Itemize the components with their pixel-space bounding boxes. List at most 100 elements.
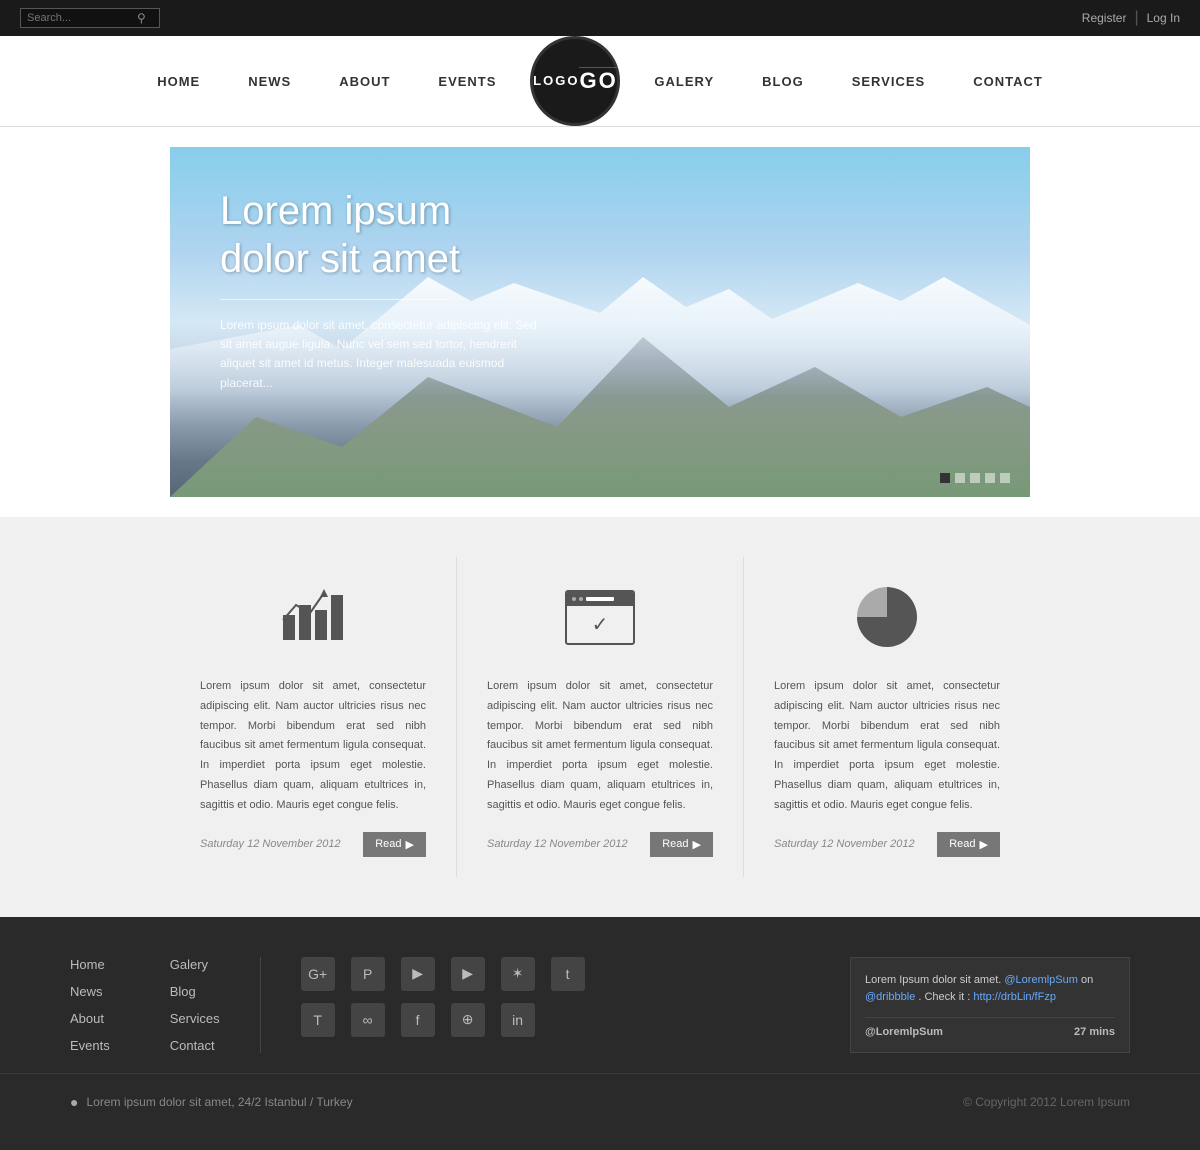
pie-icon — [857, 587, 917, 647]
tweet-at-user[interactable]: @LoremlpSum — [1004, 974, 1078, 986]
footer-about[interactable]: About — [70, 1011, 110, 1026]
nav-galery[interactable]: GALERY — [630, 74, 738, 89]
browser-top — [567, 592, 633, 606]
card-2-read-button[interactable]: Read ▶ — [650, 832, 713, 857]
browser-dot-3 — [586, 597, 614, 601]
social-twitter[interactable]: T — [301, 1003, 335, 1037]
hero-dot-1[interactable] — [940, 473, 950, 483]
nav-contact[interactable]: CONTACT — [949, 74, 1067, 89]
nav-events[interactable]: EVENTS — [414, 74, 520, 89]
social-tumblr[interactable]: t — [551, 957, 585, 991]
hero-dots — [940, 473, 1010, 483]
tweet-link[interactable]: http://drbLin/fFzp — [973, 991, 1056, 1003]
hero-dot-5[interactable] — [1000, 473, 1010, 483]
footer: Home News About Events Galery Blog Servi… — [0, 917, 1200, 1150]
social-lastfm[interactable]: ∞ — [351, 1003, 385, 1037]
nav-about[interactable]: ABOUT — [315, 74, 414, 89]
chart-line-svg — [278, 585, 348, 635]
browser-dot-1 — [572, 597, 576, 601]
cards-container: Lorem ipsum dolor sit amet, consectetur … — [170, 557, 1030, 877]
address-text: Lorem ipsum dolor sit amet, 24/2 Istanbu… — [86, 1095, 352, 1109]
card-3-footer: Saturday 12 November 2012 Read ▶ — [774, 832, 1000, 857]
cards-section: Lorem ipsum dolor sit amet, consectetur … — [0, 517, 1200, 917]
nav-services[interactable]: SERVICES — [828, 74, 950, 89]
tweet-username: @LoremlpSum — [865, 1026, 943, 1038]
logo[interactable]: LOGO GO — [530, 36, 620, 126]
social-row-2: T ∞ f ⊕ in — [301, 1003, 810, 1037]
nav-home[interactable]: HOME — [133, 74, 224, 89]
card-2-icon-area: ✓ — [487, 577, 713, 657]
card-2-read-label: Read — [662, 838, 688, 850]
chart-icon — [283, 595, 343, 640]
hero-dot-2[interactable] — [955, 473, 965, 483]
tweet-text-before: Lorem Ipsum dolor sit amet. — [865, 974, 1004, 986]
social-pinterest[interactable]: P — [351, 957, 385, 991]
browser-dot-2 — [579, 597, 583, 601]
footer-social: G+ P ▶ ▶ ✶ t T ∞ f ⊕ in — [260, 957, 810, 1053]
social-youtube[interactable]: ▶ — [451, 957, 485, 991]
footer-events[interactable]: Events — [70, 1038, 110, 1053]
tweet-body: Lorem Ipsum dolor sit amet. @LoremlpSum … — [865, 972, 1115, 1007]
search-icon[interactable]: ⚲ — [137, 11, 146, 25]
tweet-time: 27 mins — [1074, 1026, 1115, 1038]
footer-bottom: ● Lorem ipsum dolor sit amet, 24/2 Istan… — [0, 1073, 1200, 1130]
footer-services[interactable]: Services — [170, 1011, 220, 1026]
card-3-body: Lorem ipsum dolor sit amet, consectetur … — [774, 677, 1000, 816]
tweet-on-site[interactable]: @dribbble — [865, 991, 915, 1003]
footer-inner: Home News About Events Galery Blog Servi… — [70, 957, 1130, 1053]
location-icon: ● — [70, 1094, 78, 1110]
separator: | — [1134, 9, 1138, 27]
main-nav: HOME NEWS ABOUT EVENTS LOGO GO GALERY BL… — [0, 36, 1200, 126]
card-3: Lorem ipsum dolor sit amet, consectetur … — [744, 557, 1030, 877]
card-3-read-arrow: ▶ — [980, 838, 988, 851]
card-1-read-button[interactable]: Read ▶ — [363, 832, 426, 857]
card-1-date: Saturday 12 November 2012 — [200, 838, 341, 850]
main-content: Lorem ipsum dolor sit amet, consectetur … — [0, 517, 1200, 1150]
footer-contact[interactable]: Contact — [170, 1038, 220, 1053]
hero-content: Lorem ipsum dolor sit amet Lorem ipsum d… — [220, 187, 540, 393]
card-3-read-button[interactable]: Read ▶ — [937, 832, 1000, 857]
footer-col-1: Home News About Events — [70, 957, 110, 1053]
card-2-body: Lorem ipsum dolor sit amet, consectetur … — [487, 677, 713, 816]
hero-title-line1: Lorem ipsum — [220, 189, 451, 233]
login-link[interactable]: Log In — [1147, 11, 1180, 25]
hero-dot-4[interactable] — [985, 473, 995, 483]
card-1-icon-area — [200, 577, 426, 657]
footer-bottom-inner: ● Lorem ipsum dolor sit amet, 24/2 Istan… — [70, 1094, 1130, 1110]
copyright: © Copyright 2012 Lorem Ipsum — [963, 1095, 1130, 1109]
footer-home[interactable]: Home — [70, 957, 110, 972]
social-facebook[interactable]: f — [401, 1003, 435, 1037]
auth-links: Register | Log In — [1082, 9, 1180, 27]
logo-text: LOGO — [533, 73, 579, 89]
register-link[interactable]: Register — [1082, 11, 1127, 25]
hero-title: Lorem ipsum dolor sit amet — [220, 187, 540, 283]
search-input[interactable] — [27, 12, 137, 24]
card-3-icon-area — [774, 577, 1000, 657]
logo-sub: GO — [579, 67, 617, 94]
card-3-read-label: Read — [949, 838, 975, 850]
footer-col-2: Galery Blog Services Contact — [170, 957, 220, 1053]
social-dribbble[interactable]: ⊕ — [451, 1003, 485, 1037]
search-form[interactable]: ⚲ — [20, 8, 160, 28]
footer-blog[interactable]: Blog — [170, 984, 220, 999]
social-rss[interactable]: ▶ — [401, 957, 435, 991]
social-flickr[interactable]: ✶ — [501, 957, 535, 991]
social-linkedin[interactable]: in — [501, 1003, 535, 1037]
hero-wrapper: Lorem ipsum dolor sit amet Lorem ipsum d… — [0, 127, 1200, 517]
hero-dot-3[interactable] — [970, 473, 980, 483]
tweet-user: @LoremlpSum 27 mins — [865, 1017, 1115, 1038]
card-2-date: Saturday 12 November 2012 — [487, 838, 628, 850]
nav-news[interactable]: NEWS — [224, 74, 315, 89]
card-1: Lorem ipsum dolor sit amet, consectetur … — [170, 557, 457, 877]
nav-wrapper: HOME NEWS ABOUT EVENTS LOGO GO GALERY BL… — [0, 36, 1200, 127]
footer-news[interactable]: News — [70, 984, 110, 999]
footer-tweet: Lorem Ipsum dolor sit amet. @LoremlpSum … — [850, 957, 1130, 1053]
hero-body: Lorem ipsum dolor sit amet, consectetur … — [220, 316, 540, 393]
nav-blog[interactable]: BLOG — [738, 74, 828, 89]
card-1-read-label: Read — [375, 838, 401, 850]
footer-galery[interactable]: Galery — [170, 957, 220, 972]
social-googleplus[interactable]: G+ — [301, 957, 335, 991]
card-2-footer: Saturday 12 November 2012 Read ▶ — [487, 832, 713, 857]
hero-title-line2: dolor sit amet — [220, 237, 460, 281]
browser-check: ✓ — [567, 606, 633, 644]
